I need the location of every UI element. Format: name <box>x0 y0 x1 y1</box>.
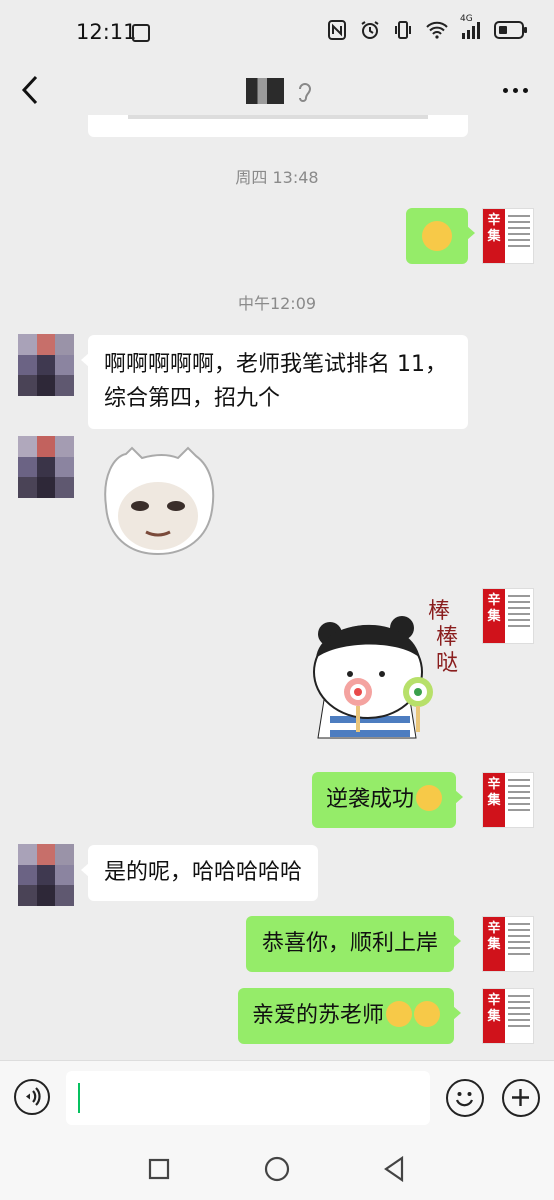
message-input[interactable] <box>66 1071 430 1125</box>
contact-avatar[interactable] <box>18 844 74 906</box>
voice-icon <box>26 1087 41 1106</box>
signal-icon: 4G <box>460 14 480 39</box>
avatar-char: 辛 <box>487 593 501 608</box>
ok-hand-emoji-icon <box>422 221 452 251</box>
text-cursor <box>78 1083 80 1113</box>
wifi-icon <box>426 21 448 39</box>
self-avatar[interactable]: 辛集 <box>482 772 534 828</box>
chat-title <box>246 78 284 104</box>
message-text: 综合第四，招九个 <box>104 386 281 411</box>
message-text: 啊啊啊啊啊，老师我笔试排名 11， <box>104 352 447 377</box>
round-face-sticker[interactable] <box>96 446 220 558</box>
status-icons: 4G <box>328 14 528 40</box>
message-timestamp: 周四 13:48 <box>235 168 319 187</box>
back-nav-icon[interactable] <box>382 1156 406 1182</box>
avatar-char: 集 <box>487 229 501 244</box>
message-text: 是的呢，哈哈哈哈哈 <box>104 860 303 885</box>
network-label: 4G <box>460 13 473 24</box>
message-timestamp: 中午12:09 <box>237 294 317 313</box>
nfc-icon <box>328 20 346 40</box>
alarm-icon <box>361 21 379 39</box>
contact-avatar[interactable] <box>18 436 74 498</box>
vibrate-icon <box>395 21 411 39</box>
self-avatar[interactable]: 辛集 <box>482 988 534 1044</box>
kiss-emoji-icon <box>414 1001 441 1027</box>
back-icon[interactable] <box>18 73 44 107</box>
avatar-char: 集 <box>487 937 501 952</box>
bangbangda-sticker[interactable]: 棒 棒 哒 <box>310 588 470 758</box>
message-text: 恭喜你，顺利上岸 <box>262 931 439 956</box>
status-time: 12:11 <box>76 20 137 44</box>
message-bubble-incoming[interactable]: 啊啊啊啊啊，老师我笔试排名 11， 综合第四，招九个 <box>81 335 468 429</box>
message-bubble-outgoing[interactable]: 逆袭成功 <box>312 772 464 828</box>
message-bubble-outgoing[interactable]: 恭喜你，顺利上岸 <box>246 916 462 972</box>
hug-emoji-icon <box>386 1001 413 1027</box>
more-functions-button[interactable] <box>502 1079 540 1117</box>
sticker-text: 哒 <box>436 651 458 676</box>
smiley-icon <box>455 1092 474 1107</box>
avatar-char: 辛 <box>487 993 501 1008</box>
message-bubble-incoming[interactable]: 是的呢，哈哈哈哈哈 <box>80 845 319 901</box>
avatar-char: 辛 <box>487 213 501 228</box>
self-avatar[interactable]: 辛集 <box>482 208 534 264</box>
message-text: 逆袭成功 <box>326 787 415 812</box>
contact-avatar[interactable] <box>18 334 74 396</box>
battery-icon <box>494 21 527 39</box>
previous-message-bubble <box>88 115 468 137</box>
ear-mute-icon <box>299 83 312 102</box>
voice-input-button[interactable] <box>14 1079 50 1115</box>
avatar-char: 辛 <box>487 921 501 936</box>
more-button[interactable] <box>503 88 528 93</box>
home-icon[interactable] <box>264 1156 290 1182</box>
emoji-button[interactable] <box>446 1079 484 1117</box>
avatar-char: 集 <box>487 793 501 808</box>
notification-icon <box>132 24 150 42</box>
avatar-char: 集 <box>487 609 501 624</box>
self-avatar[interactable]: 辛集 <box>482 588 534 644</box>
message-text: 亲爱的苏老师 <box>252 1003 385 1028</box>
self-avatar[interactable]: 辛集 <box>482 916 534 972</box>
more-dot-icon <box>523 88 528 93</box>
sticker-text: 棒 <box>428 599 450 624</box>
message-bubble-outgoing[interactable] <box>406 208 475 264</box>
recents-icon[interactable] <box>148 1158 170 1180</box>
plus-icon <box>512 1089 529 1106</box>
more-dot-icon <box>513 88 518 93</box>
more-dot-icon <box>503 88 508 93</box>
smug-emoji-icon <box>416 785 443 811</box>
message-bubble-outgoing[interactable]: 亲爱的苏老师 <box>238 988 462 1044</box>
avatar-char: 集 <box>487 1009 501 1024</box>
sticker-text: 棒 <box>436 625 458 650</box>
avatar-char: 辛 <box>487 777 501 792</box>
